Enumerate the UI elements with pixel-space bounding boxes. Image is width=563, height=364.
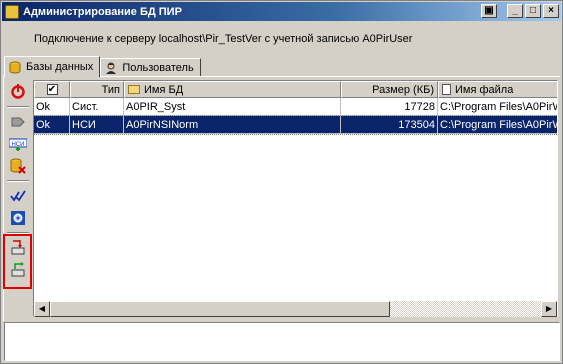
cell-status: Ok xyxy=(34,98,70,116)
cell-type: НСИ xyxy=(70,116,124,134)
header-checkbox-cell[interactable]: ✔ xyxy=(34,81,70,98)
delete-db-button[interactable] xyxy=(8,156,28,176)
column-header-type[interactable]: Тип xyxy=(70,81,124,98)
nsi-button[interactable]: НСИ xyxy=(8,134,28,154)
maximize-button[interactable]: □ xyxy=(525,4,541,18)
restore-button[interactable]: ▣ xyxy=(481,4,497,18)
cell-type: Сист. xyxy=(70,98,124,116)
window-title: Администрирование БД ПИР xyxy=(23,5,182,18)
connect-db-icon xyxy=(11,117,25,127)
settings-db-icon xyxy=(11,211,25,225)
column-header-db-name-label: Имя БД xyxy=(144,83,184,96)
folder-icon xyxy=(128,85,140,94)
title-bar[interactable]: Администрирование БД ПИР ▣ _ □ × xyxy=(2,2,561,21)
settings-db-button[interactable] xyxy=(8,208,28,228)
cell-file-name: C:\Program Files\A0PirWi xyxy=(438,116,557,134)
toolbar-separator xyxy=(7,180,29,182)
cell-file-name: C:\Program Files\A0PirWi xyxy=(438,98,557,116)
file-icon xyxy=(442,84,451,95)
table-row[interactable]: Ok Сист. A0PIR_Syst 17728 C:\Program Fil… xyxy=(34,98,557,116)
scroll-right-button[interactable]: ▶ xyxy=(541,301,557,317)
table-row-selected[interactable]: Ok НСИ A0PirNSINorm 173504 C:\Program Fi… xyxy=(34,115,557,135)
column-header-file-name[interactable]: Имя файла xyxy=(438,81,557,98)
column-header-db-name[interactable]: Имя БД xyxy=(124,81,341,98)
check-all-icon xyxy=(10,190,26,202)
connection-info: Подключение к серверу localhost\Pir_Test… xyxy=(34,33,413,45)
horizontal-scrollbar[interactable]: ◀ ▶ xyxy=(34,301,557,317)
tab-bar: Базы данных Пользователь xyxy=(4,56,201,77)
cell-db-name: A0PirNSINorm xyxy=(124,116,341,134)
close-button[interactable]: × xyxy=(543,4,559,18)
database-icon xyxy=(9,61,21,73)
column-header-file-name-label: Имя файла xyxy=(455,83,514,96)
tab-databases-label: Базы данных xyxy=(26,61,94,73)
databases-grid[interactable]: ✔ Тип Имя БД Размер (КБ) Имя файла Ok Си… xyxy=(33,80,558,317)
delete-db-icon xyxy=(10,158,26,174)
toolbar-separator xyxy=(7,106,29,108)
app-window: Администрирование БД ПИР ▣ _ □ × Подключ… xyxy=(0,0,563,364)
refresh-icon xyxy=(11,84,25,99)
connect-db-button[interactable] xyxy=(8,112,28,132)
scroll-thumb[interactable] xyxy=(50,301,390,317)
log-panel[interactable] xyxy=(4,322,560,361)
cell-db-name: A0PIR_Syst xyxy=(124,98,341,116)
refresh-button[interactable] xyxy=(8,82,28,102)
column-header-size[interactable]: Размер (КБ) xyxy=(341,81,438,98)
grid-header: ✔ Тип Имя БД Размер (КБ) Имя файла xyxy=(34,81,557,98)
nsi-icon: НСИ xyxy=(9,138,27,151)
minimize-button[interactable]: _ xyxy=(507,4,523,18)
cell-status: Ok xyxy=(34,116,70,134)
scroll-left-button[interactable]: ◀ xyxy=(34,301,50,317)
check-all-button[interactable] xyxy=(8,186,28,206)
user-icon xyxy=(106,62,117,74)
cell-size: 17728 xyxy=(341,98,438,116)
tab-user[interactable]: Пользователь xyxy=(100,58,201,77)
app-icon xyxy=(5,4,19,19)
tab-user-label: Пользователь xyxy=(122,62,194,74)
highlight-box xyxy=(3,234,32,289)
tab-databases[interactable]: Базы данных xyxy=(4,56,101,77)
cell-size: 173504 xyxy=(341,116,438,134)
select-all-checkbox[interactable]: ✔ xyxy=(46,84,58,95)
